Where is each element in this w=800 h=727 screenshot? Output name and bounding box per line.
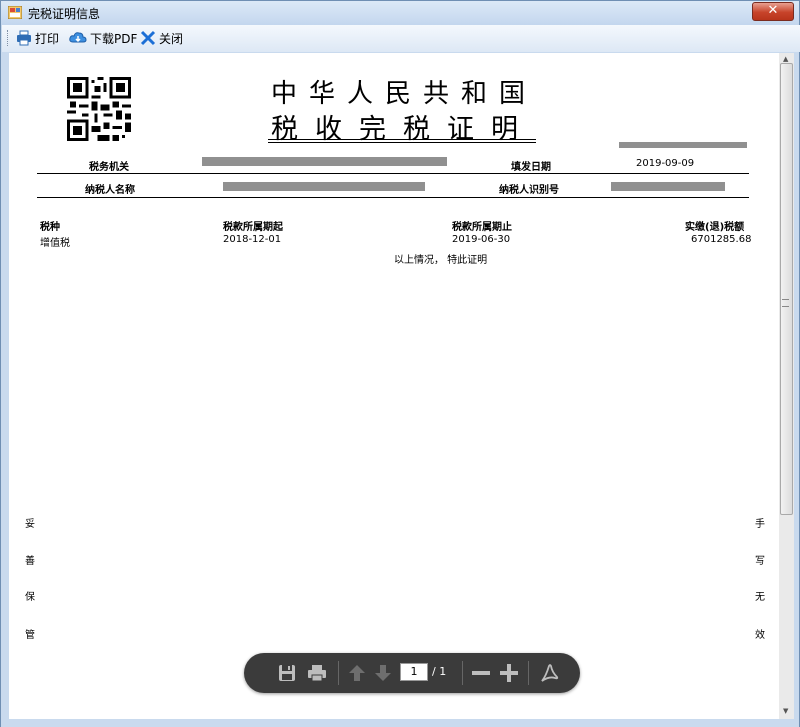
vertical-note-left: 管 — [25, 630, 35, 641]
column-header-tax-type: 税种 — [40, 222, 60, 233]
print-label: 打印 — [35, 31, 60, 46]
fill-date-label: 填发日期 — [511, 162, 551, 173]
separator — [338, 661, 339, 685]
page-number-input[interactable]: 1 — [400, 663, 428, 681]
close-x-icon — [140, 30, 156, 46]
redacted-number — [619, 142, 747, 148]
arrow-down-icon[interactable] — [372, 662, 394, 684]
certificate-title-line1: 中华人民共和国 — [271, 79, 538, 109]
title-underline — [268, 142, 536, 143]
scroll-down-arrow-icon[interactable]: ▼ — [783, 707, 788, 715]
taxpayer-id-label: 纳税人识别号 — [499, 185, 559, 196]
app-icon — [8, 6, 22, 19]
vertical-note-right: 写 — [755, 556, 765, 567]
vertical-note-left: 妥 — [25, 519, 35, 530]
printer-icon — [17, 30, 31, 46]
scroll-up-arrow-icon[interactable]: ▲ — [783, 55, 788, 63]
window-title: 完税证明信息 — [28, 7, 101, 21]
taxpayer-name-label: 纳税人名称 — [85, 185, 135, 196]
pdf-controls-bar: 1 / 1 — [244, 653, 580, 693]
pdf-viewer[interactable]: 中华人民共和国 税收完税证明 税务机关 填发日期 2019-09-09 纳税人名… — [9, 53, 779, 719]
download-pdf-button[interactable]: 下载PDF — [69, 29, 137, 47]
vertical-note-right: 手 — [755, 519, 765, 530]
printer-icon[interactable] — [306, 662, 328, 684]
table-cell-tax-type: 增值税 — [40, 238, 70, 249]
app-window: 完税证明信息 ✕ 打印 下载PDF 关闭 中华人民共和国 税收完税证明 税务机关… — [0, 0, 800, 727]
fill-date-value: 2019-09-09 — [636, 158, 695, 169]
toolbar: 打印 下载PDF 关闭 — [2, 25, 800, 52]
page-total: / 1 — [432, 665, 447, 678]
print-button[interactable]: 打印 — [16, 29, 59, 47]
tax-authority-label: 税务机关 — [89, 162, 129, 173]
acrobat-icon[interactable] — [538, 662, 560, 684]
zoom-out-icon[interactable] — [470, 662, 492, 684]
cloud-download-icon — [69, 32, 87, 43]
vertical-note-left: 善 — [25, 556, 35, 567]
divider — [37, 173, 749, 174]
zoom-in-icon[interactable] — [498, 662, 520, 684]
table-cell-tax-amount: 6701285.68 — [691, 234, 752, 245]
vertical-note-right: 效 — [755, 630, 765, 641]
column-header-tax-amount: 实缴(退)税额 — [685, 222, 745, 233]
title-underline — [268, 139, 536, 140]
certificate-title-line2: 税收完税证明 — [271, 114, 535, 145]
toolbar-grip[interactable] — [7, 30, 10, 46]
scrollbar-grip — [782, 299, 789, 307]
redacted-taxpayer-name — [223, 182, 425, 191]
title-bar: 完税证明信息 ✕ — [1, 1, 799, 25]
table-cell-period-start: 2018-12-01 — [223, 234, 282, 245]
scrollbar-thumb[interactable] — [780, 63, 793, 515]
redacted-taxpayer-id — [611, 182, 725, 191]
status-strip — [1, 719, 799, 727]
divider — [37, 197, 749, 198]
column-header-period-start: 税款所属期起 — [223, 222, 283, 233]
separator — [462, 661, 463, 685]
separator — [528, 661, 529, 685]
vertical-note-right: 无 — [755, 592, 765, 603]
table-cell-period-end: 2019-06-30 — [452, 234, 511, 245]
close-label: 关闭 — [159, 31, 184, 46]
window-close-button[interactable]: ✕ — [752, 2, 794, 21]
redacted-tax-authority — [202, 157, 447, 166]
vertical-scrollbar[interactable]: ▲ ▼ — [779, 53, 794, 719]
vertical-note-left: 保 — [25, 592, 35, 603]
close-button[interactable]: 关闭 — [140, 29, 183, 47]
column-header-period-end: 税款所属期止 — [452, 222, 512, 233]
download-pdf-label: 下载PDF — [90, 31, 138, 46]
qr-code — [67, 77, 131, 141]
certification-note: 以上情况， 特此证明 — [394, 255, 488, 266]
save-icon[interactable] — [276, 662, 298, 684]
arrow-up-icon[interactable] — [346, 662, 368, 684]
